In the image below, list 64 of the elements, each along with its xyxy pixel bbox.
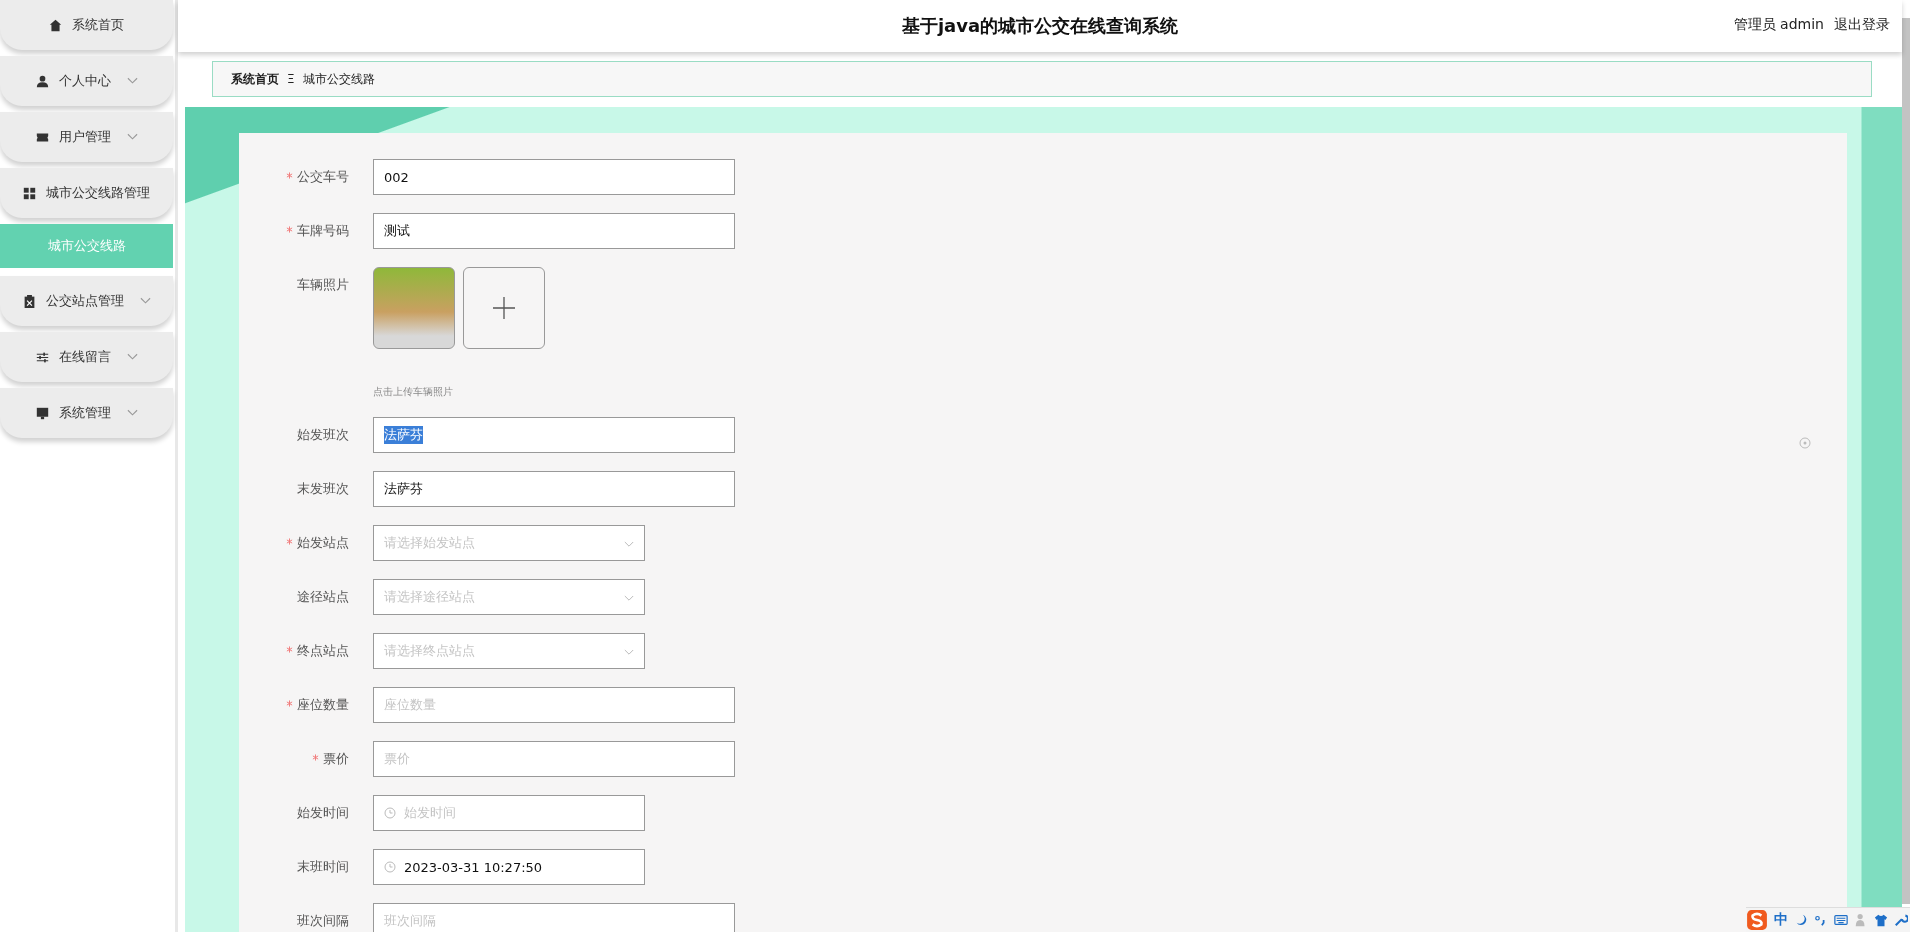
sidebar-item[interactable]: 用户管理: [0, 112, 173, 162]
breadcrumb-link[interactable]: 系统首页: [231, 70, 279, 88]
circle-icon: [1799, 437, 1811, 449]
chevron-icon: [126, 77, 138, 85]
input-field[interactable]: 法萨芬: [373, 417, 735, 453]
sidebar-item[interactable]: 在线留言: [0, 332, 173, 382]
asterisk-icon: [286, 538, 293, 545]
keyboard-icon[interactable]: [1834, 913, 1848, 927]
sidebar-item[interactable]: 公交站点管理: [0, 276, 173, 326]
page-title: 基于java的城市公交在线查询系统: [901, 14, 1179, 38]
field-label: 末班时间: [297, 859, 349, 874]
field-label: 始发班次: [297, 427, 349, 442]
shirt-icon[interactable]: [1874, 913, 1888, 927]
upload-hint: 点击上传车辆照片: [373, 385, 454, 399]
asterisk-icon: [286, 226, 293, 233]
asterisk-icon: [286, 172, 293, 179]
input-field[interactable]: 测试: [373, 213, 735, 249]
asterisk-icon: [286, 700, 293, 707]
date-field[interactable]: 2023-03-31 10:27:50: [373, 849, 645, 885]
clock-icon: [384, 807, 396, 819]
field-label: 票价: [323, 751, 349, 766]
wrench-icon[interactable]: [1894, 913, 1908, 927]
input-field[interactable]: 002: [373, 159, 735, 195]
user-label: 管理员 admin: [1733, 16, 1824, 34]
field-label: 车牌号码: [297, 223, 349, 238]
field-label: 车辆照片: [297, 277, 349, 292]
upload-button[interactable]: [463, 267, 545, 349]
input-mode-label[interactable]: 中: [1774, 911, 1788, 929]
plus-icon: [492, 296, 516, 320]
input-field[interactable]: 法萨芬: [373, 471, 735, 507]
scrollbar[interactable]: [1902, 18, 1910, 904]
sidebar-item[interactable]: 城市公交线路管理: [0, 168, 173, 218]
sidebar-item[interactable]: 个人中心: [0, 56, 173, 106]
breadcrumb-separator: Ξ: [287, 72, 295, 86]
punctuation-icon[interactable]: [1814, 913, 1828, 927]
clock-icon: [384, 861, 396, 873]
chevron-icon: [624, 541, 634, 548]
logout-link[interactable]: 退出登录: [1834, 16, 1890, 34]
sidebar-item[interactable]: 系统首页: [0, 0, 173, 50]
field-label: 座位数量: [297, 697, 349, 712]
chevron-icon: [624, 595, 634, 602]
monitor-icon: [35, 406, 49, 420]
field-label: 途径站点: [297, 589, 349, 604]
sliders-icon: [35, 350, 49, 364]
field-label: 终点站点: [297, 643, 349, 658]
asterisk-icon: [312, 754, 319, 761]
breadcrumb-current: 城市公交线路: [302, 70, 375, 88]
field-label: 始发站点: [297, 535, 349, 550]
field-label: 始发时间: [297, 805, 349, 820]
field-label: 班次间隔: [297, 913, 349, 928]
chevron-icon: [624, 649, 634, 656]
chevron-icon: [126, 133, 138, 141]
chevron-icon: [126, 409, 138, 417]
sidebar-item[interactable]: 系统管理: [0, 388, 173, 438]
chevron-icon: [139, 297, 151, 305]
field-label: 末发班次: [297, 481, 349, 496]
clipboard-icon: [22, 294, 36, 308]
home-icon: [49, 18, 62, 32]
asterisk-icon: [286, 646, 293, 653]
chevron-icon: [126, 353, 138, 361]
grid-icon: [23, 186, 36, 200]
field-label: 公交车号: [297, 169, 349, 184]
ticket-icon: [35, 130, 49, 144]
user-icon: [35, 74, 49, 88]
